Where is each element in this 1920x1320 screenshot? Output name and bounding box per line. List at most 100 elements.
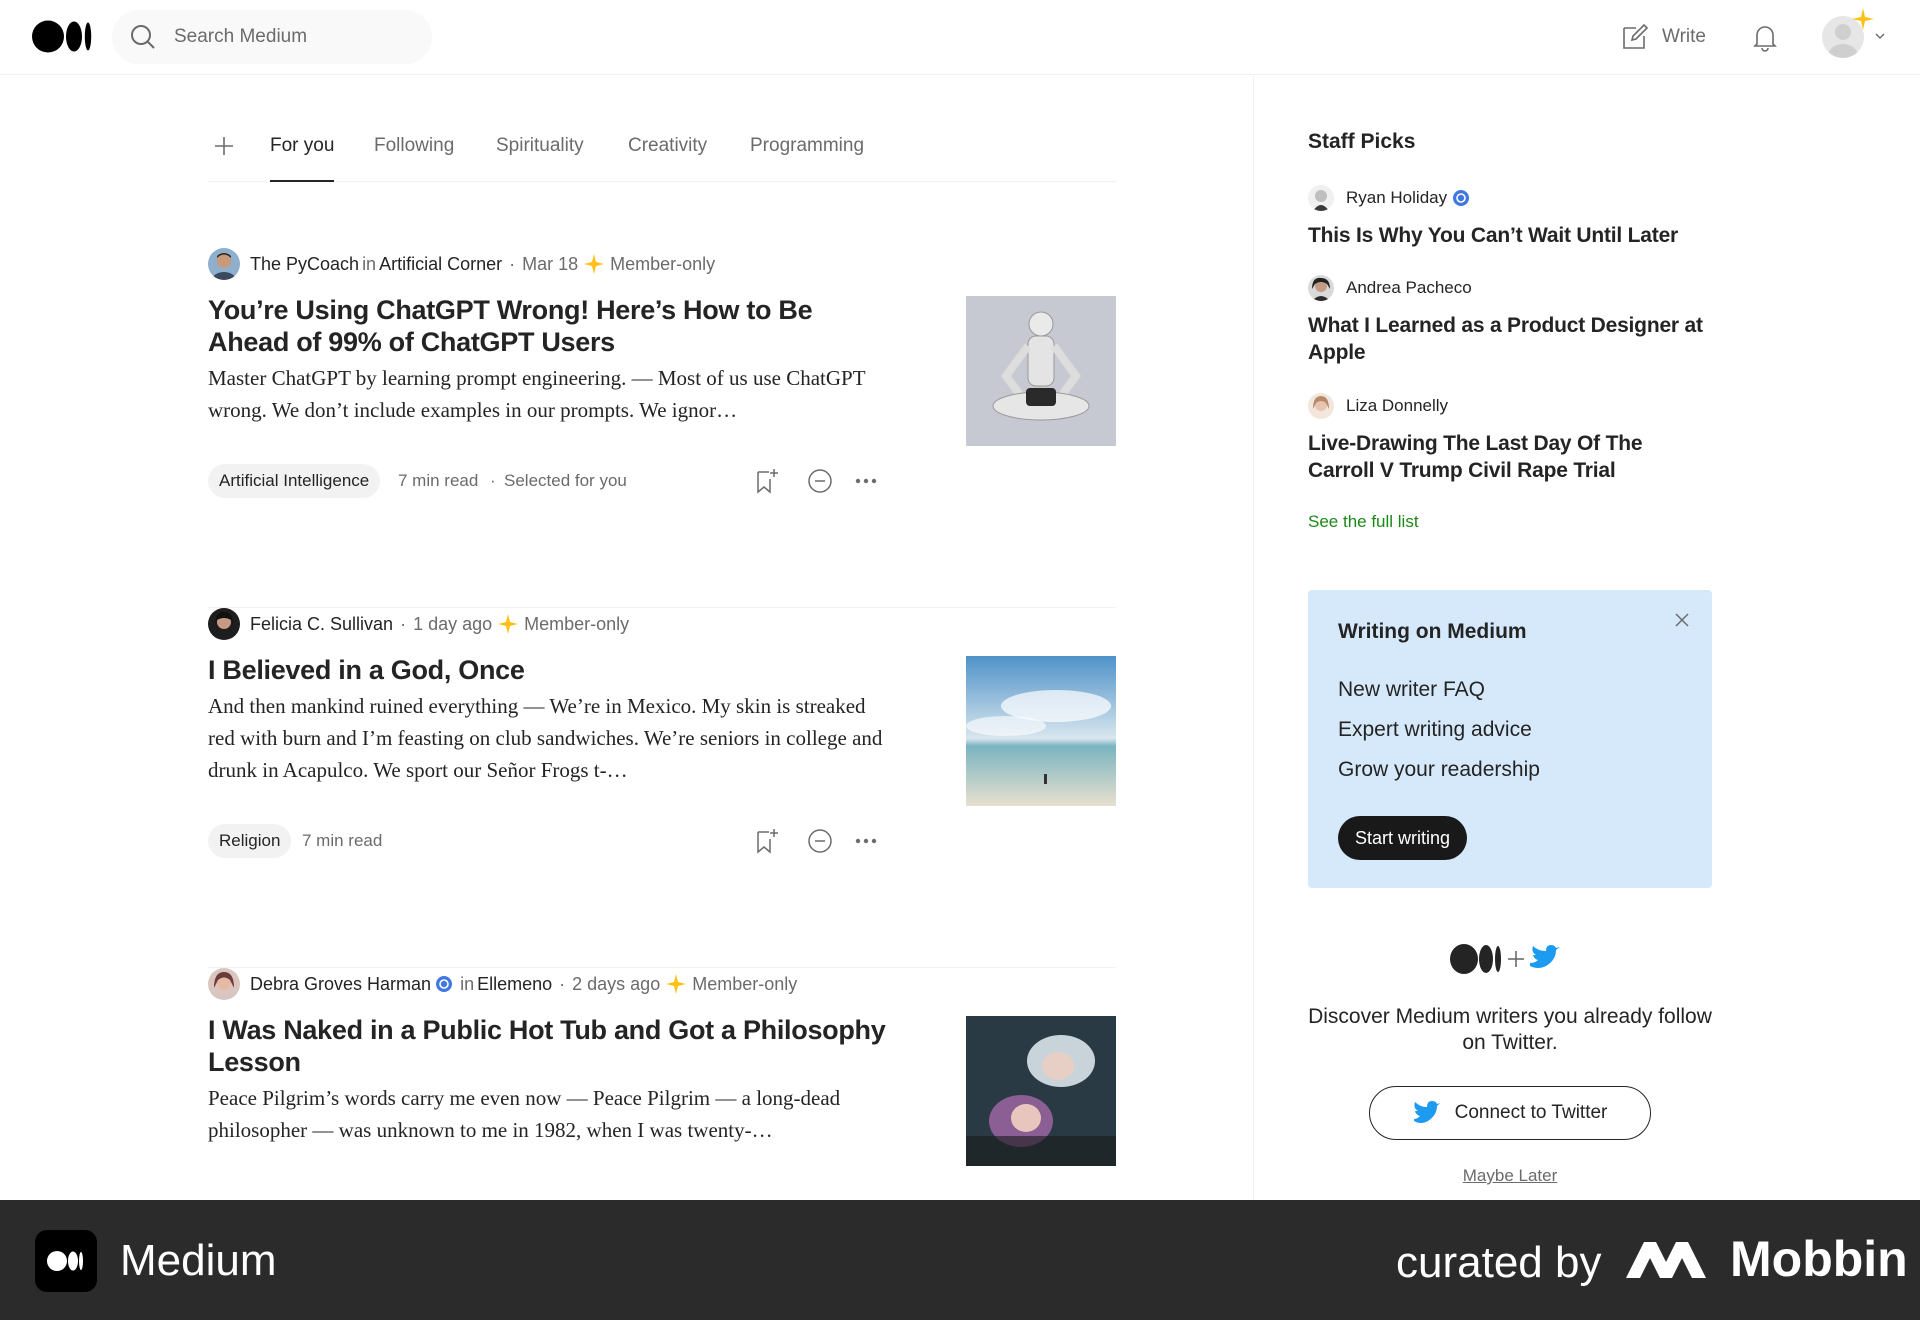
article-subtitle[interactable]: Peace Pilgrim’s words carry me even now … (208, 1082, 888, 1146)
article-date: 1 day ago (413, 613, 493, 634)
bookmark-add-icon[interactable] (752, 827, 780, 855)
show-less-icon[interactable] (806, 827, 834, 855)
show-less-icon[interactable] (806, 467, 834, 495)
member-only-label: Member-only (610, 253, 716, 274)
article-footer: Religion 7 min read (208, 824, 888, 858)
tab-creativity[interactable]: Creativity (628, 126, 707, 182)
article-title[interactable]: You’re Using ChatGPT Wrong! Here’s How t… (208, 294, 888, 358)
member-only-label: Member-only (524, 613, 630, 634)
tab-spirituality[interactable]: Spirituality (496, 126, 584, 182)
tab-programming[interactable]: Programming (750, 126, 864, 182)
author-name[interactable]: The PyCoach (250, 254, 359, 275)
author-avatar[interactable] (208, 968, 240, 1000)
topic-chip[interactable]: Artificial Intelligence (208, 464, 381, 498)
more-options-icon[interactable] (852, 467, 880, 495)
staff-picks-heading: Staff Picks (1308, 130, 1416, 153)
expert-writing-advice-link[interactable]: Expert writing advice (1338, 718, 1532, 742)
article-meta: The PyCoach in Artificial Corner · Mar 1… (208, 248, 715, 280)
twitter-icon (1413, 1101, 1440, 1123)
member-star-icon (666, 974, 687, 994)
connect-twitter-button[interactable]: Connect to Twitter (1369, 1086, 1651, 1140)
curated-by-label: curated by (1396, 1238, 1602, 1287)
pick-author[interactable]: Ryan Holiday (1308, 184, 1470, 212)
connect-twitter-label: Connect to Twitter (1454, 1102, 1608, 1123)
write-button[interactable]: Write (1620, 20, 1706, 54)
feed-tabs: For you Following Spirituality Creativit… (208, 126, 1116, 182)
article-date: Mar 18 (522, 253, 579, 274)
in-label: in (362, 253, 377, 274)
author-name[interactable]: Debra Groves Harman (250, 974, 431, 995)
pick-title[interactable]: Live-Drawing The Last Day Of The Carroll… (1308, 430, 1712, 484)
pick-author-name: Andrea Pacheco (1346, 278, 1472, 297)
write-label: Write (1662, 26, 1706, 47)
write-icon (1623, 23, 1649, 49)
member-only-label: Member-only (692, 973, 798, 994)
article-thumbnail[interactable] (966, 1016, 1116, 1166)
mobbin-logo-icon (1626, 1242, 1706, 1278)
grow-readership-link[interactable]: Grow your readership (1338, 758, 1540, 782)
author-avatar[interactable] (208, 248, 240, 280)
tab-following[interactable]: Following (374, 126, 454, 182)
article-thumbnail[interactable] (966, 656, 1116, 806)
pick-author[interactable]: Andrea Pacheco (1308, 274, 1472, 302)
twitter-prompt-text: Discover Medium writers you already foll… (1308, 1005, 1712, 1054)
member-star-icon (1852, 8, 1874, 30)
article-card: The PyCoach in Artificial Corner · Mar 1… (208, 248, 1116, 608)
pick-author-name: Ryan Holiday (1346, 188, 1448, 207)
writing-card-title: Writing on Medium (1338, 620, 1527, 643)
writing-on-medium-card: Writing on Medium New writer FAQ Expert … (1308, 590, 1712, 888)
new-writer-faq-link[interactable]: New writer FAQ (1338, 678, 1485, 702)
author-avatar (1308, 185, 1334, 211)
start-writing-button[interactable]: Start writing (1338, 816, 1468, 860)
user-menu[interactable] (1822, 8, 1890, 60)
article-subtitle[interactable]: And then mankind ruined everything — We’… (208, 690, 888, 786)
article-title[interactable]: I Believed in a God, Once (208, 654, 888, 686)
verified-badge-icon (1453, 190, 1470, 206)
article-date: 2 days ago (572, 973, 661, 994)
read-time: 7 min read (302, 831, 383, 850)
member-star-icon (498, 614, 519, 634)
feed: For you Following Spirituality Creativit… (208, 76, 1116, 1200)
bookmark-add-icon[interactable] (752, 467, 780, 495)
publication-name[interactable]: Ellemeno (477, 974, 552, 995)
search-box[interactable] (112, 10, 432, 64)
search-icon (131, 25, 155, 49)
article-subtitle[interactable]: Master ChatGPT by learning prompt engine… (208, 362, 888, 426)
article-footer: Artificial Intelligence 7 min read · Sel… (208, 464, 888, 498)
pick-title[interactable]: This Is Why You Can’t Wait Until Later (1308, 222, 1712, 249)
separator: · (400, 613, 407, 634)
read-time: 7 min read (398, 471, 479, 490)
article-thumbnail[interactable] (966, 296, 1116, 446)
curator-name: Mobbin (1730, 1231, 1908, 1287)
publication-name[interactable]: Artificial Corner (379, 254, 502, 275)
selected-reason: Selected for you (504, 471, 627, 490)
maybe-later-link[interactable]: Maybe Later (1308, 1166, 1712, 1186)
separator: · (559, 973, 566, 994)
author-name[interactable]: Felicia C. Sullivan (250, 614, 393, 635)
article-card: Debra Groves Harman in Ellemeno · 2 days… (208, 968, 1116, 1200)
pick-author[interactable]: Liza Donnelly (1308, 392, 1448, 420)
separator: · (509, 253, 516, 274)
separator: · (490, 471, 496, 490)
pick-author-name: Liza Donnelly (1346, 396, 1449, 415)
sidebar-divider (1253, 76, 1254, 1200)
more-options-icon[interactable] (852, 827, 880, 855)
verified-badge-icon (436, 976, 453, 992)
article-meta: Felicia C. Sullivan · 1 day ago Member-o… (208, 608, 629, 640)
tab-for-you[interactable]: For you (270, 126, 335, 182)
medium-logo[interactable] (32, 20, 92, 53)
app-name: Medium (120, 1236, 277, 1285)
close-icon[interactable] (1672, 610, 1692, 630)
article-title[interactable]: I Was Naked in a Public Hot Tub and Got … (208, 1014, 888, 1078)
topic-chip[interactable]: Religion (208, 824, 292, 858)
member-star-icon (584, 254, 605, 274)
branding-footer: Medium curated by Mobbin (0, 1200, 1920, 1320)
pick-title[interactable]: What I Learned as a Product Designer at … (1308, 312, 1712, 366)
medium-app-icon (35, 1230, 97, 1292)
notifications-bell-icon[interactable] (1748, 20, 1782, 54)
see-full-list-link[interactable]: See the full list (1308, 512, 1419, 532)
author-avatar[interactable] (208, 608, 240, 640)
author-avatar (1308, 275, 1334, 301)
add-topic-plus-icon[interactable] (212, 134, 236, 158)
search-input[interactable] (174, 10, 414, 64)
